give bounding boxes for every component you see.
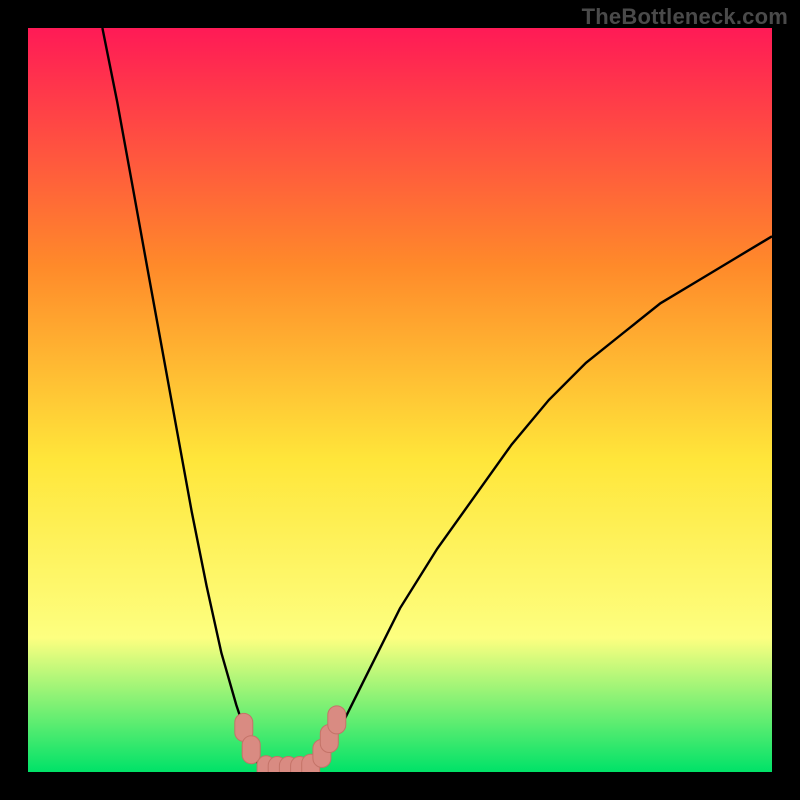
gradient-background — [28, 28, 772, 772]
chart-frame: TheBottleneck.com — [0, 0, 800, 800]
data-marker — [242, 736, 260, 764]
watermark-text: TheBottleneck.com — [582, 4, 788, 30]
chart-svg — [28, 28, 772, 772]
data-marker — [328, 706, 346, 734]
plot-area — [28, 28, 772, 772]
